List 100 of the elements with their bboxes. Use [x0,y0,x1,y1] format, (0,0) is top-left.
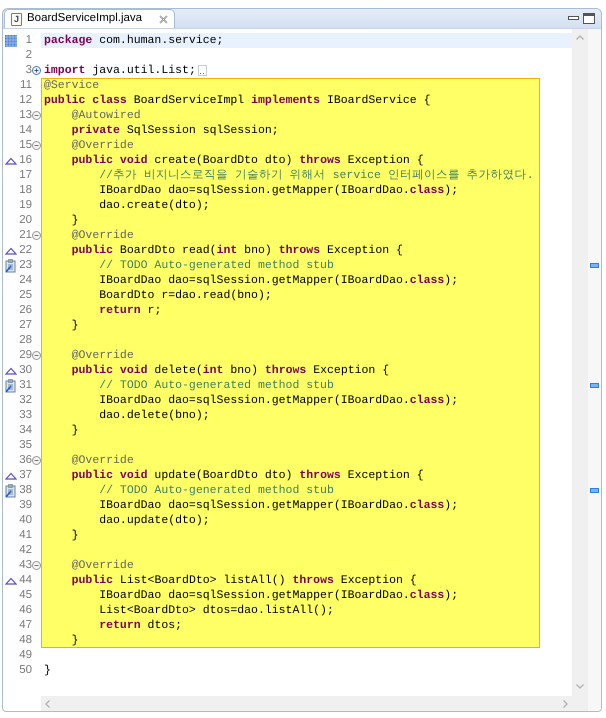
line-number: 13 [19,108,32,123]
code-line: } [72,318,79,333]
line-number: 35 [19,438,32,453]
line-number: 2 [24,48,32,63]
minimize-icon[interactable] [568,16,578,20]
expand-icon[interactable] [32,66,41,75]
code-line: return r; [99,303,162,318]
code-line: //추가 비지니스로직을 기술하기 위해서 service 인터페이스를 추가하였다. [99,168,534,183]
code-line: } [72,633,79,648]
code-line: public class BoardServiceImpl implements IBoardService { [44,93,430,108]
code-line: // TODO Auto-generated method stub [99,378,334,393]
line-number: 46 [19,603,32,618]
collapse-icon[interactable] [32,141,41,150]
override-triangle-icon [5,366,17,375]
code-line: List<BoardDto> dtos=dao.listAll(); [99,603,334,618]
task-icon [5,484,17,498]
code-line: dao.delete(bno); [99,408,210,423]
code-line: IBoardDao dao=sqlSession.getMapper(IBoardDao.class); [99,588,458,603]
line-number: 1 [24,33,32,48]
line-number: 32 [19,393,32,408]
code-line: // TODO Auto-generated method stub [99,483,334,498]
java-file-icon: J [11,12,22,26]
code-line: public void update(BoardDto dto) throws Exception { [72,468,424,483]
line-number: 18 [19,183,32,198]
code-line: private SqlSession sqlSession; [72,123,279,138]
code-line: @Override [72,453,134,468]
code-line: import java.util.List; [44,63,196,78]
line-number: 40 [19,513,32,528]
code-line: IBoardDao dao=sqlSession.getMapper(IBoardDao.class); [99,393,458,408]
close-icon[interactable] [159,14,168,24]
code-line: @Override [72,228,134,243]
line-number: 28 [19,333,32,348]
line-number: 42 [19,543,32,558]
code-line: } [72,528,79,543]
line-number: 20 [19,213,32,228]
line-number: 41 [19,528,32,543]
range-indicator-icon [5,34,17,46]
line-number: 25 [19,288,32,303]
code-line: dao.create(dto); [99,198,210,213]
line-number: 14 [19,123,32,138]
code-line: } [44,663,51,678]
folded-code-icon[interactable] [198,65,207,76]
code-line: public void create(BoardDto dto) throws Exception { [72,153,424,168]
line-number: 16 [19,153,32,168]
collapse-icon[interactable] [32,351,41,360]
collapse-icon[interactable] [32,561,41,570]
line-number: 39 [19,498,32,513]
code-line: } [72,213,79,228]
task-marker-icon[interactable] [590,488,599,493]
line-number: 17 [19,168,32,183]
file-tab[interactable]: J BoardServiceImpl.java [4,9,176,28]
line-number: 30 [19,363,32,378]
line-number: 49 [19,648,32,663]
code-line: dao.update(dto); [99,513,210,528]
line-number: 21 [19,228,32,243]
code-line: IBoardDao dao=sqlSession.getMapper(IBoardDao.class); [99,273,458,288]
code-line: BoardDto r=dao.read(bno); [99,288,272,303]
line-number: 15 [19,138,32,153]
line-number: 33 [19,408,32,423]
task-icon [5,378,17,392]
line-number: 11 [19,78,32,93]
line-number: 27 [19,318,32,333]
line-number: 31 [19,378,32,393]
line-number: 43 [19,558,32,573]
code-line: IBoardDao dao=sqlSession.getMapper(IBoardDao.class); [99,183,458,198]
code-line: IBoardDao dao=sqlSession.getMapper(IBoardDao.class); [99,498,458,513]
override-triangle-icon [5,576,17,585]
code-line: package com.human.service; [44,33,224,48]
code-line: @Override [72,558,134,573]
code-line: return dtos; [99,618,182,633]
line-number: 38 [19,483,32,498]
task-marker-icon[interactable] [590,263,599,268]
code-line: @Service [44,78,100,93]
line-number: 26 [19,303,32,318]
code-line: public List<BoardDto> listAll() throws Exception { [72,573,417,588]
code-line: // TODO Auto-generated method stub [99,258,334,273]
line-number: 36 [19,453,32,468]
line-number: 24 [19,273,32,288]
override-triangle-icon [5,246,17,255]
code-line: @Override [72,348,134,363]
task-marker-icon[interactable] [590,383,599,388]
line-number: 37 [19,468,32,483]
override-triangle-icon [5,471,17,480]
line-number: 48 [19,633,32,648]
collapse-icon[interactable] [32,456,41,465]
override-triangle-icon [5,156,17,165]
line-number: 22 [19,243,32,258]
code-line: public BoardDto read(int bno) throws Exception { [72,243,403,258]
line-number: 23 [19,258,32,273]
line-number: 19 [19,198,32,213]
code-line: } [72,423,79,438]
line-number: 34 [19,423,32,438]
code-line: @Override [72,138,134,153]
line-number: 3 [24,63,32,78]
line-number: 47 [19,618,32,633]
line-number: 12 [19,93,32,108]
code-line: public void delete(int bno) throws Exception { [72,363,390,378]
collapse-icon[interactable] [32,231,41,240]
code-line: @Autowired [72,108,141,123]
collapse-icon[interactable] [32,111,41,120]
